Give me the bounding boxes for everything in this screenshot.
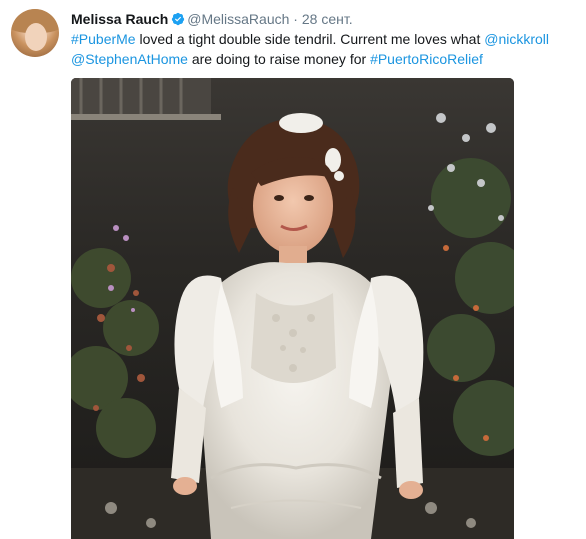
photo-illustration	[71, 78, 514, 539]
avatar-face	[25, 23, 47, 51]
mention-nickkroll[interactable]: @nickkroll	[484, 31, 549, 47]
tweet-text-segment: loved a tight double side tendril. Curre…	[135, 31, 485, 47]
hashtag-puberme[interactable]: #PuberMe	[71, 31, 136, 47]
author-name[interactable]: Melissa Rauch	[71, 11, 168, 27]
tweet-text-segment: are doing to raise money for	[187, 50, 371, 67]
header-separator: ·	[293, 11, 298, 27]
tweet[interactable]: Melissa Rauch @MelissaRauch · 28 сент. #…	[0, 0, 586, 539]
tweet-text: #PuberMe loved a tight double side tendr…	[71, 30, 576, 69]
tweet-date[interactable]: 28 сент.	[302, 11, 353, 27]
verified-badge-icon	[172, 12, 185, 26]
avatar[interactable]	[11, 9, 59, 57]
author-handle[interactable]: @MelissaRauch	[187, 11, 289, 27]
hashtag-puertoricorelief[interactable]: #PuertoRicoRelief	[370, 51, 483, 67]
tweet-header: Melissa Rauch @MelissaRauch · 28 сент.	[71, 10, 353, 28]
tweet-photo[interactable]	[71, 78, 514, 539]
mention-stephenathome[interactable]: @StephenAtHome	[71, 51, 188, 67]
